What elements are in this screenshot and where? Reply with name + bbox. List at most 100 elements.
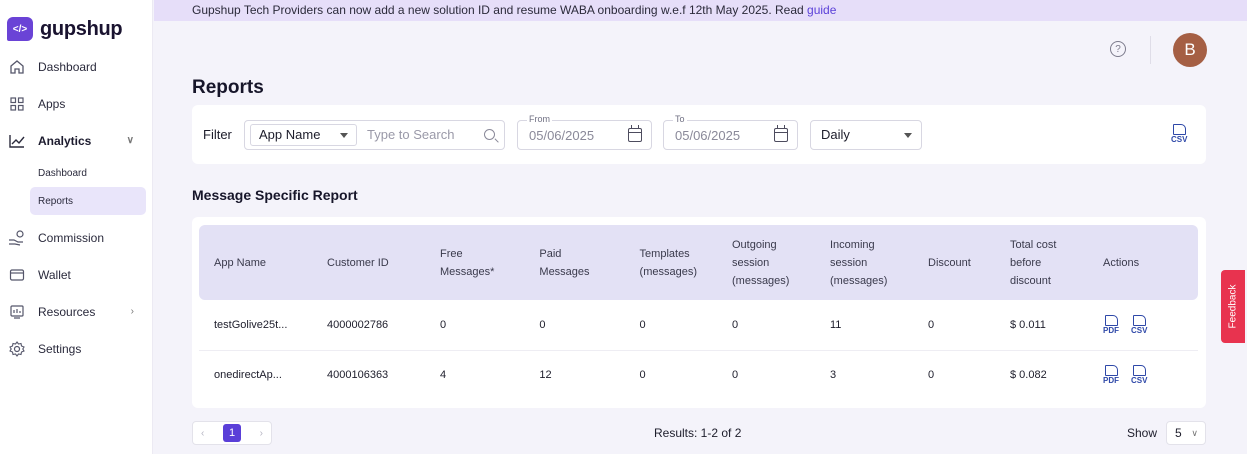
col-incoming-session: Incoming session (messages) [830, 238, 888, 287]
filter-bar: Filter App Name From 05/06/2025 To 05/06… [192, 105, 1206, 164]
sidebar: </> gupshup Dashboard Apps Analytics ∨ D… [0, 0, 153, 454]
pagination: ‹ 1 › [192, 421, 272, 445]
sidebar-item-analytics[interactable]: Analytics ∨ [0, 122, 152, 159]
cell-free-messages: 0 [440, 318, 447, 331]
section-title: Message Specific Report [192, 187, 358, 203]
search-icon[interactable] [484, 129, 495, 140]
filter-label: Filter [203, 127, 232, 142]
sidebar-item-label: Resources [38, 304, 96, 319]
cell-discount: 0 [928, 318, 935, 331]
hand-coin-icon [8, 229, 26, 247]
page-1-button[interactable]: 1 [223, 424, 241, 442]
to-date-label: To [673, 114, 687, 124]
sidebar-item-settings[interactable]: Settings [0, 330, 152, 367]
prev-page-button[interactable]: ‹ [201, 428, 204, 439]
download-pdf-button[interactable]: PDF [1103, 314, 1119, 335]
sidebar-subitem-label: Dashboard [38, 167, 87, 179]
search-input[interactable] [367, 127, 477, 142]
report-table-card: App Name Customer ID Free Messages* Paid… [192, 217, 1206, 408]
results-count: Results: 1-2 of 2 [654, 426, 742, 440]
download-pdf-button[interactable]: PDF [1103, 365, 1119, 385]
period-select[interactable]: Daily [810, 120, 922, 150]
page-size-select[interactable]: 5 ∨ [1166, 421, 1206, 445]
gupshup-logo-icon: </> [7, 17, 37, 46]
cell-actions: PDF CSV [1088, 349, 1198, 400]
export-csv-button[interactable]: CSV [1171, 124, 1187, 144]
table-header-row: App Name Customer ID Free Messages* Paid… [199, 225, 1198, 300]
cell-templates: 0 [624, 349, 717, 400]
help-icon[interactable]: ? [1110, 41, 1126, 57]
resources-icon [8, 303, 26, 321]
app-name-select[interactable]: App Name [250, 124, 357, 146]
feedback-label: Feedback [1227, 284, 1239, 329]
col-paid-messages: Paid Messages [539, 247, 590, 278]
sidebar-item-label: Dashboard [38, 59, 97, 74]
col-templates: Templates (messages) [639, 247, 698, 278]
cell-paid-messages: 12 [524, 349, 625, 400]
feedback-tab[interactable]: Feedback [1221, 270, 1245, 343]
to-date-field[interactable]: To 05/06/2025 [663, 114, 798, 150]
download-csv-button[interactable]: CSV [1131, 314, 1148, 335]
sidebar-item-label: Apps [38, 96, 66, 111]
from-date-field[interactable]: From 05/06/2025 [517, 114, 652, 150]
banner-guide-link[interactable]: guide [807, 3, 836, 17]
grid-icon [8, 95, 26, 113]
sidebar-nav: Dashboard Apps Analytics ∨ Dashboard Rep… [0, 48, 152, 367]
chevron-down-icon: ∨ [1191, 428, 1198, 438]
download-csv-button[interactable]: CSV [1131, 365, 1147, 385]
csv-file-icon [1132, 365, 1146, 377]
sidebar-subitem-dashboard[interactable]: Dashboard [30, 159, 146, 187]
sidebar-subitem-label: Reports [38, 195, 74, 207]
brand-logo[interactable]: </> gupshup [0, 0, 152, 46]
sidebar-item-commission[interactable]: Commission [0, 219, 152, 256]
col-free-messages: Free Messages* [440, 247, 495, 278]
calendar-icon[interactable] [628, 125, 642, 142]
pdf-file-icon [1104, 365, 1118, 377]
sidebar-item-label: Commission [38, 230, 105, 245]
cell-incoming-session: 11 [830, 318, 842, 331]
page-size-value: 5 [1175, 426, 1182, 440]
caret-down-icon [904, 133, 912, 138]
chevron-down-icon: ∨ [126, 135, 134, 146]
sidebar-item-dashboard[interactable]: Dashboard [0, 48, 152, 85]
col-discount: Discount [928, 256, 971, 269]
col-customer-id: Customer ID [327, 256, 389, 269]
csv-file-icon [1132, 314, 1146, 326]
export-csv-label: CSV [1171, 135, 1188, 144]
sidebar-item-resources[interactable]: Resources › [0, 293, 152, 330]
caret-down-icon [340, 133, 348, 138]
col-total-cost: Total cost before discount [1010, 238, 1057, 287]
announcement-banner: Gupshup Tech Providers can now add a new… [154, 0, 1247, 21]
from-date-value: 05/06/2025 [529, 128, 595, 143]
sidebar-subitem-reports[interactable]: Reports [30, 187, 146, 215]
csv-label: CSV [1131, 325, 1148, 335]
sidebar-item-label: Settings [38, 341, 82, 356]
header-divider [1150, 36, 1151, 64]
page-title: Reports [192, 77, 264, 98]
col-actions: Actions [1103, 256, 1140, 269]
period-select-value: Daily [821, 127, 850, 142]
cell-outgoing-session: 0 [732, 318, 739, 331]
cell-free-messages: 4 [425, 349, 525, 400]
cell-app-name[interactable]: testGolive25t... [199, 300, 312, 350]
sidebar-item-apps[interactable]: Apps [0, 85, 152, 122]
user-avatar[interactable]: B [1173, 33, 1207, 67]
sidebar-item-label: Wallet [38, 267, 71, 282]
app-search-box: App Name [244, 120, 505, 150]
cell-paid-messages: 0 [539, 318, 546, 331]
chart-line-icon [8, 132, 26, 150]
sidebar-item-wallet[interactable]: Wallet [0, 256, 152, 293]
next-page-button[interactable]: › [260, 428, 263, 439]
cell-app-name[interactable]: onedirectAp... [199, 349, 312, 400]
cell-total-cost: $ 0.082 [995, 349, 1088, 400]
csv-label: CSV [1131, 376, 1148, 386]
col-app-name: App Name [214, 256, 266, 269]
cell-actions: PDF CSV [1088, 300, 1198, 350]
pdf-file-icon [1104, 314, 1118, 326]
cell-templates: 0 [639, 318, 646, 331]
calendar-icon[interactable] [774, 125, 788, 142]
brand-name: gupshup [40, 17, 123, 40]
csv-file-icon [1172, 124, 1186, 135]
cell-total-cost: $ 0.011 [1010, 318, 1046, 331]
report-table: App Name Customer ID Free Messages* Paid… [199, 225, 1198, 400]
